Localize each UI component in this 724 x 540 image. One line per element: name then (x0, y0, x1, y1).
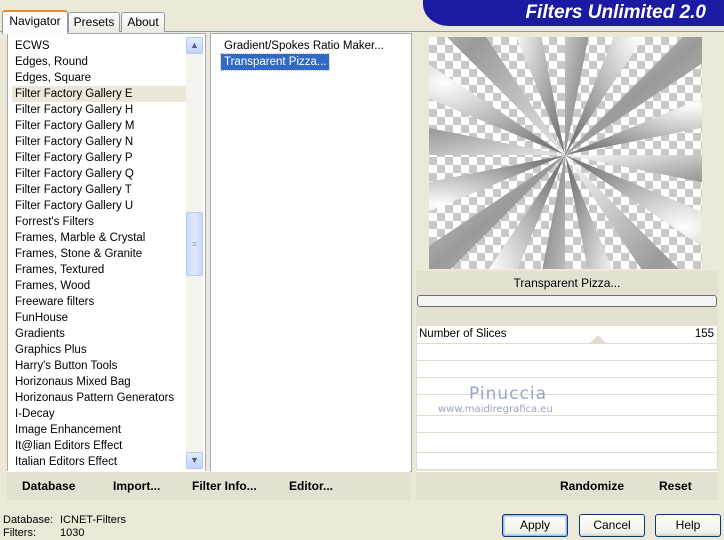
category-scrollbar[interactable]: ▲ ≡ ▼ (186, 37, 203, 469)
tab-about[interactable]: About (121, 12, 165, 32)
category-item[interactable]: Italian Editors Effect (12, 454, 190, 470)
reset-button[interactable]: Reset (659, 478, 692, 494)
category-item[interactable]: Horizonaus Pattern Generators (12, 390, 190, 406)
filter-list: Gradient/Spokes Ratio Maker... Transpare… (219, 38, 387, 71)
randomize-button[interactable]: Randomize (560, 478, 624, 494)
category-item[interactable]: Filter Factory Gallery E (12, 86, 190, 102)
tab-navigator[interactable]: Navigator (2, 10, 68, 34)
help-button[interactable]: Help (655, 514, 721, 537)
watermark-url: www.maidiregrafica.eu (438, 404, 553, 415)
category-list-panel: ECWS Edges, Round Edges, Square Filter Fact… (7, 33, 206, 472)
editor-button[interactable]: Editor... (289, 478, 333, 494)
category-list: ECWS Edges, Round Edges, Square Filter Fact… (12, 38, 190, 470)
import-button[interactable]: Import... (113, 478, 160, 494)
tab-presets[interactable]: Presets (68, 12, 120, 32)
category-item[interactable]: Edges, Square (12, 70, 190, 86)
category-item[interactable]: Freeware filters (12, 294, 190, 310)
grip-icon: ≡ (191, 239, 198, 249)
category-item[interactable]: Filter Factory Gallery T (12, 182, 190, 198)
filter-item-transparent-pizza[interactable]: Transparent Pizza... (219, 53, 331, 71)
category-item[interactable]: It@lian Editors Effect (12, 438, 190, 454)
preview-caption-bar: Transparent Pizza... (416, 271, 718, 295)
database-button[interactable]: Database (22, 478, 75, 494)
param-divider (416, 452, 718, 453)
slider-marker-icon[interactable] (590, 335, 606, 343)
scrollbar-thumb[interactable]: ≡ (186, 212, 203, 276)
category-item[interactable]: Graphics Plus (12, 342, 190, 358)
filter-preview (429, 37, 702, 269)
param-divider (416, 377, 718, 378)
chevron-up-icon[interactable]: ▲ (186, 37, 203, 54)
filter-info-button[interactable]: Filter Info... (192, 478, 257, 494)
status-database-label: Database: (3, 514, 54, 526)
param-divider (416, 360, 718, 361)
filter-item-gradient-spokes[interactable]: Gradient/Spokes Ratio Maker... (221, 38, 387, 54)
chevron-down-icon[interactable]: ▼ (186, 452, 203, 469)
param-name: Number of Slices (419, 328, 507, 340)
category-item[interactable]: Forrest's Filters (12, 214, 190, 230)
watermark-name: Pinuccia (469, 384, 547, 404)
param-value[interactable]: 155 (690, 328, 714, 340)
filter-list-panel: Gradient/Spokes Ratio Maker... Transpare… (210, 33, 412, 472)
category-item[interactable]: Filter Factory Gallery U (12, 198, 190, 214)
category-item[interactable]: ECWS (12, 38, 190, 54)
category-item[interactable]: Frames, Wood (12, 278, 190, 294)
status-database-value: ICNET-Filters (60, 514, 126, 526)
apply-button[interactable]: Apply (502, 514, 568, 537)
progress-bar (417, 295, 717, 307)
preview-caption: Transparent Pizza... (513, 276, 621, 290)
status-filters-value: 1030 (60, 527, 85, 539)
category-item[interactable]: Horizonaus Mixed Bag (12, 374, 190, 390)
param-divider (416, 432, 718, 433)
param-divider (416, 415, 718, 416)
category-item[interactable]: Filter Factory Gallery M (12, 118, 190, 134)
param-divider (416, 343, 718, 344)
progress-spacer (416, 307, 718, 325)
category-item[interactable]: Edges, Round (12, 54, 190, 70)
category-item[interactable]: Gradients (12, 326, 190, 342)
category-item[interactable]: Frames, Stone & Granite (12, 246, 190, 262)
category-item[interactable]: Image Enhancement (12, 422, 190, 438)
filter-row: Transparent Pizza... (219, 53, 387, 71)
category-item[interactable]: Filter Factory Gallery H (12, 102, 190, 118)
category-item[interactable]: Frames, Textured (12, 262, 190, 278)
preview-spokes-image (429, 37, 702, 269)
category-item[interactable]: Filter Factory Gallery P (12, 150, 190, 166)
cancel-button[interactable]: Cancel (579, 514, 645, 537)
category-item[interactable]: I-Decay (12, 406, 190, 422)
param-divider (416, 394, 718, 395)
status-filters-label: Filters: (3, 527, 36, 539)
category-item[interactable]: Frames, Marble & Crystal (12, 230, 190, 246)
category-item[interactable]: Filter Factory Gallery N (12, 134, 190, 150)
filter-row: Gradient/Spokes Ratio Maker... (221, 38, 387, 54)
app-title-banner: Filters Unlimited 2.0 (423, 0, 724, 26)
category-item[interactable]: Filter Factory Gallery Q (12, 166, 190, 182)
category-item[interactable]: Harry's Button Tools (12, 358, 190, 374)
category-item[interactable]: FunHouse (12, 310, 190, 326)
parameter-list (416, 325, 718, 470)
